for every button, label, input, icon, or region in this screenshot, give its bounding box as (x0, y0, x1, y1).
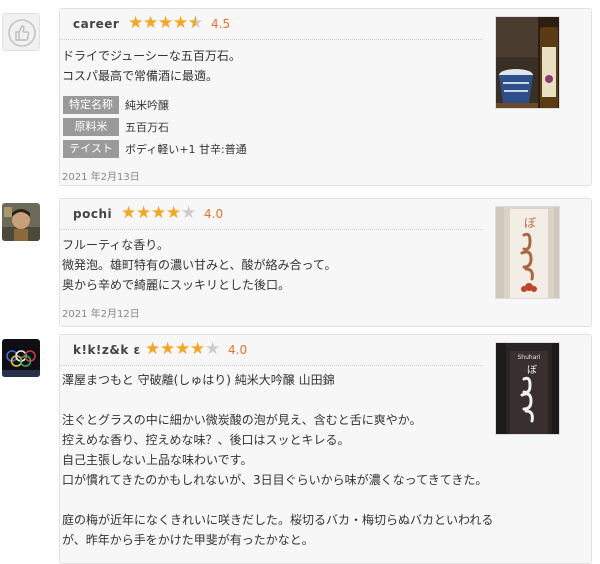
review-text: 注ぐとグラスの中に細かい微炭酸の泡が見え、含むと舌に爽やか。 (62, 413, 422, 427)
star-icon: ★ (190, 339, 206, 359)
spec-value[interactable]: 純米吟醸 (125, 97, 169, 113)
username[interactable]: k!k!z&k ε (73, 343, 141, 357)
star-icon: ★ (136, 203, 152, 223)
review-text: 奥から辛めで綺麗にスッキリとした後口。 (62, 278, 291, 292)
star-icon: ★ (151, 203, 167, 223)
spec-label: 特定名称 (63, 96, 119, 114)
star-icon: ★ (128, 13, 144, 33)
username[interactable]: pochi (73, 207, 112, 221)
review-card: career ★ ★ ★ ★ ★ ★ 4.5 ドライでジューシーな五百万石。 コス… (59, 8, 592, 186)
svg-text:ぼ: ぼ (524, 216, 536, 230)
review-photo[interactable] (495, 16, 560, 109)
review-header: career ★ ★ ★ ★ ★ ★ 4.5 (60, 9, 483, 40)
review-text (62, 490, 493, 510)
review-body: ドライでジューシーな五百万石。 コスパ最高で常備酒に最適。 (62, 46, 241, 86)
svg-text:ぼ: ぼ (527, 364, 537, 376)
avatar[interactable] (2, 13, 40, 51)
review-date: 2021 年2月12日 (62, 309, 140, 320)
star-icon: ★ (166, 203, 182, 223)
spec-label: 原料米 (63, 118, 119, 136)
star-icon: ★ (205, 339, 221, 359)
username[interactable]: career (73, 17, 119, 31)
review-text: コスパ最高で常備酒に最適。 (62, 69, 219, 83)
avatar[interactable] (2, 339, 40, 377)
review-text: ドライでジューシーな五百万石。 (62, 49, 241, 63)
sake-bottle-photo: ぼ (496, 207, 559, 298)
review-photo[interactable]: Shuhari ぼ (495, 342, 560, 435)
review-text: 自己主張しない上品な味わいです。 (62, 453, 253, 467)
review-body: フルーティな香り。 微発泡。雄町特有の濃い甘みと、酸が絡み合って。 奥から辛めで… (62, 235, 337, 295)
bottle-label-text: Shuhari (517, 354, 540, 361)
user-photo (2, 339, 40, 377)
avatar[interactable] (2, 203, 40, 241)
star-icon: ★ (121, 203, 137, 223)
spec-value: ボディ軽い+1 甘辛:普通 (125, 143, 247, 156)
thumbs-up-icon (8, 19, 36, 47)
review-header: k!k!z&k ε ★ ★ ★ ★ ★ 4.0 (60, 335, 483, 366)
review-text: 庭の梅が近年になくきれいに咲きだした。桜切るバカ・梅切らぬバカといわれる (62, 513, 494, 527)
review-header: pochi ★ ★ ★ ★ ★ 4.0 (60, 199, 483, 230)
review-text: フルーティな香り。 (62, 238, 170, 252)
star-icon: ★ (145, 339, 161, 359)
user-photo (2, 203, 40, 241)
review-text: 澤屋まつもと 守破離(しゅはり) 純米大吟醸 山田錦 (62, 373, 335, 387)
review-text: 控えめな香り、控えめな味？、後口はスッとキレる。 (62, 433, 350, 447)
half-star-icon: ★ ★ (188, 13, 204, 33)
spec-value[interactable]: 五百万石 (125, 119, 169, 135)
review-date: 2021 年2月13日 (62, 172, 140, 183)
review-text (62, 390, 493, 410)
star-icon: ★ (173, 13, 189, 33)
rating-score: 4.0 (228, 343, 248, 357)
review-card: k!k!z&k ε ★ ★ ★ ★ ★ 4.0 澤屋まつもと 守破離(しゅはり)… (59, 334, 592, 564)
review-text: 口が慣れてきたのかもしれないが、3日目ぐらいから味が濃くなってきてきた。 (62, 473, 488, 487)
star-icon: ★ (160, 339, 176, 359)
star-icon: ★ (175, 339, 191, 359)
rating-score: 4.5 (211, 17, 231, 31)
spec-label: テイスト (63, 140, 119, 158)
review-card: pochi ★ ★ ★ ★ ★ 4.0 フルーティな香り。 微発泡。雄町特有の濃… (59, 198, 592, 327)
star-icon: ★ (143, 13, 159, 33)
sake-bottle-photo (496, 17, 559, 108)
review-text: 微発泡。雄町特有の濃い甘みと、酸が絡み合って。 (62, 258, 337, 272)
review-photo[interactable]: ぼ (495, 206, 560, 299)
sake-bottle-photo: Shuhari ぼ (496, 343, 559, 434)
review-body: 澤屋まつもと 守破離(しゅはり) 純米大吟醸 山田錦 注ぐとグラスの中に細かい微… (62, 370, 493, 550)
rating-score: 4.0 (204, 207, 224, 221)
review-text: が、昨年から手をかけた甲斐が有ったかなと。 (62, 533, 314, 547)
star-icon: ★ (158, 13, 174, 33)
star-icon: ★ (181, 203, 197, 223)
